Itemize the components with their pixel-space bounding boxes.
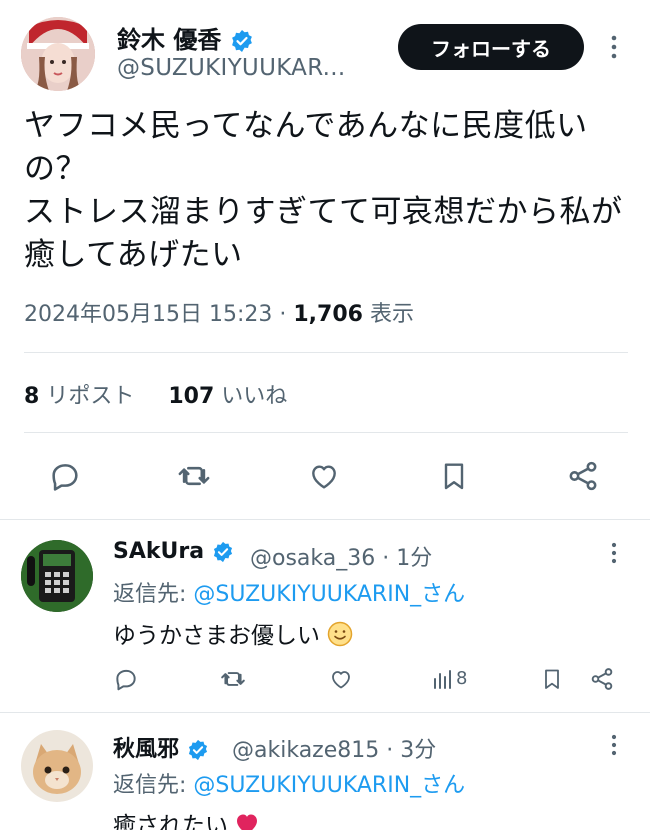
more-options-icon[interactable] (604, 32, 624, 62)
reply-display-name: 秋風邪 (113, 737, 180, 762)
meta-separator: · (279, 302, 287, 327)
reply-to-mention[interactable]: @SUZUKIYUUKARIN_さん (193, 582, 465, 607)
likes-count: 107 (168, 384, 215, 409)
reposts-count: 8 (24, 384, 40, 409)
bookmark-icon[interactable] (438, 459, 470, 493)
like-icon[interactable] (328, 667, 354, 691)
views-label: 表示 (369, 302, 414, 327)
reply-to-line: 返信先: @SUZUKIYUUKARIN_さん (113, 576, 465, 608)
smiling-face-icon (327, 621, 353, 653)
verified-badge-icon (212, 541, 234, 563)
red-heart-icon (235, 813, 259, 830)
divider (24, 432, 628, 433)
reply-handle[interactable]: @osaka_36 · 1分 (250, 540, 432, 572)
reply-display-name: SAkUra (113, 539, 205, 564)
likes-stat[interactable]: 107 いいね (168, 384, 287, 409)
share-icon[interactable] (589, 666, 615, 692)
reply-text: 癒されたい (113, 806, 259, 830)
tweet-timestamp[interactable]: 2024年05月15日 15:23 (24, 302, 272, 327)
reply-text-content: ゆうかさまお優しい (113, 623, 320, 649)
more-options-icon[interactable] (605, 732, 623, 758)
reply-text: ゆうかさまお優しい (113, 616, 353, 653)
divider (24, 352, 628, 353)
reply-icon[interactable] (113, 666, 139, 692)
reposts-label: リポスト (46, 384, 135, 409)
reply-author-name[interactable]: 秋風邪 (113, 731, 209, 763)
reply-icon[interactable] (48, 459, 82, 493)
author-display-name: 鈴木 優香 (117, 26, 222, 54)
divider (0, 519, 650, 520)
reply-to-label: 返信先: (113, 773, 187, 798)
reply-avatar[interactable] (21, 730, 93, 802)
likes-label: いいね (221, 384, 288, 409)
tweet-text: ヤフコメ民ってなんであんなに民度低いの？ ストレス溜まりすぎてて可哀想だから私が… (24, 108, 623, 273)
tweet-meta: 2024年05月15日 15:23 · 1,706 表示 (24, 296, 414, 328)
reply-to-line: 返信先: @SUZUKIYUUKARIN_さん (113, 767, 465, 799)
retweet-icon[interactable] (176, 459, 212, 493)
reply-avatar[interactable] (21, 540, 93, 612)
views-count: 1,706 (293, 302, 363, 327)
like-icon[interactable] (307, 460, 341, 492)
reply-author-name[interactable]: SAkUra (113, 539, 234, 564)
reposts-stat[interactable]: 8 リポスト (24, 384, 134, 409)
reply-text-content: 癒されたい (113, 813, 228, 830)
views-icon[interactable] (432, 668, 454, 690)
divider (0, 712, 650, 713)
share-icon[interactable] (566, 459, 600, 493)
reply-to-label: 返信先: (113, 582, 187, 607)
follow-button[interactable]: フォローする (398, 24, 584, 70)
verified-badge-icon (230, 29, 254, 53)
bookmark-icon[interactable] (540, 666, 564, 692)
author-avatar[interactable] (21, 17, 95, 91)
more-options-icon[interactable] (605, 540, 623, 566)
reply-to-mention[interactable]: @SUZUKIYUUKARIN_さん (193, 773, 465, 798)
tweet-stats: 8 リポスト 107 いいね (24, 378, 287, 410)
author-name[interactable]: 鈴木 優香 (117, 20, 254, 55)
verified-badge-icon (187, 739, 209, 761)
author-handle[interactable]: @SUZUKIYUUKAR... (117, 55, 346, 81)
reply-handle[interactable]: @akikaze815 · 3分 (232, 732, 436, 764)
views-count: 8 (456, 668, 468, 689)
retweet-icon[interactable] (219, 666, 247, 692)
